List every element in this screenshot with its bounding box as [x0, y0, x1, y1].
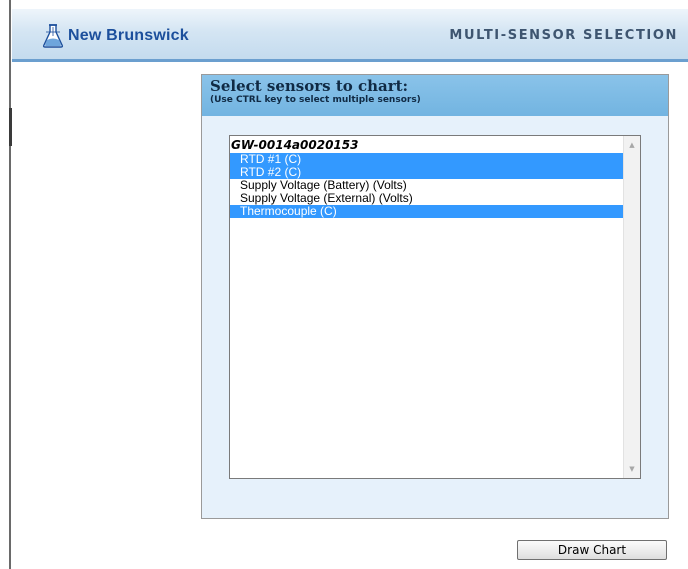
brand-name: New Brunswick	[68, 27, 189, 44]
sensor-selection-panel: Select sensors to chart: (Use CTRL key t…	[201, 74, 669, 519]
draw-chart-button[interactable]: Draw Chart	[517, 540, 667, 560]
sensor-options: RTD #1 (C) RTD #2 (C) Supply Voltage (Ba…	[230, 153, 623, 218]
left-border	[9, 0, 11, 569]
app-header: New Brunswick MULTI-SENSOR SELECTION	[12, 9, 688, 62]
gateway-group-label: GW-0014a0020153	[231, 138, 359, 152]
listbox-scrollbar[interactable]: ▲ ▼	[623, 136, 640, 478]
page-title: MULTI-SENSOR SELECTION	[449, 28, 678, 43]
sensor-listbox[interactable]: GW-0014a0020153 RTD #1 (C) RTD #2 (C) Su…	[229, 135, 641, 479]
left-border-accent	[9, 108, 12, 146]
scroll-up-arrow-icon[interactable]: ▲	[624, 138, 640, 152]
scroll-down-arrow-icon[interactable]: ▼	[624, 462, 640, 476]
panel-title: Select sensors to chart:	[210, 77, 409, 95]
brand-logo[interactable]: New Brunswick	[42, 23, 189, 49]
sensor-option-thermocouple[interactable]: Thermocouple (C)	[230, 205, 623, 218]
flask-icon	[42, 23, 64, 49]
panel-subtitle: (Use CTRL key to select multiple sensors…	[210, 95, 421, 105]
panel-header: Select sensors to chart: (Use CTRL key t…	[202, 75, 668, 116]
